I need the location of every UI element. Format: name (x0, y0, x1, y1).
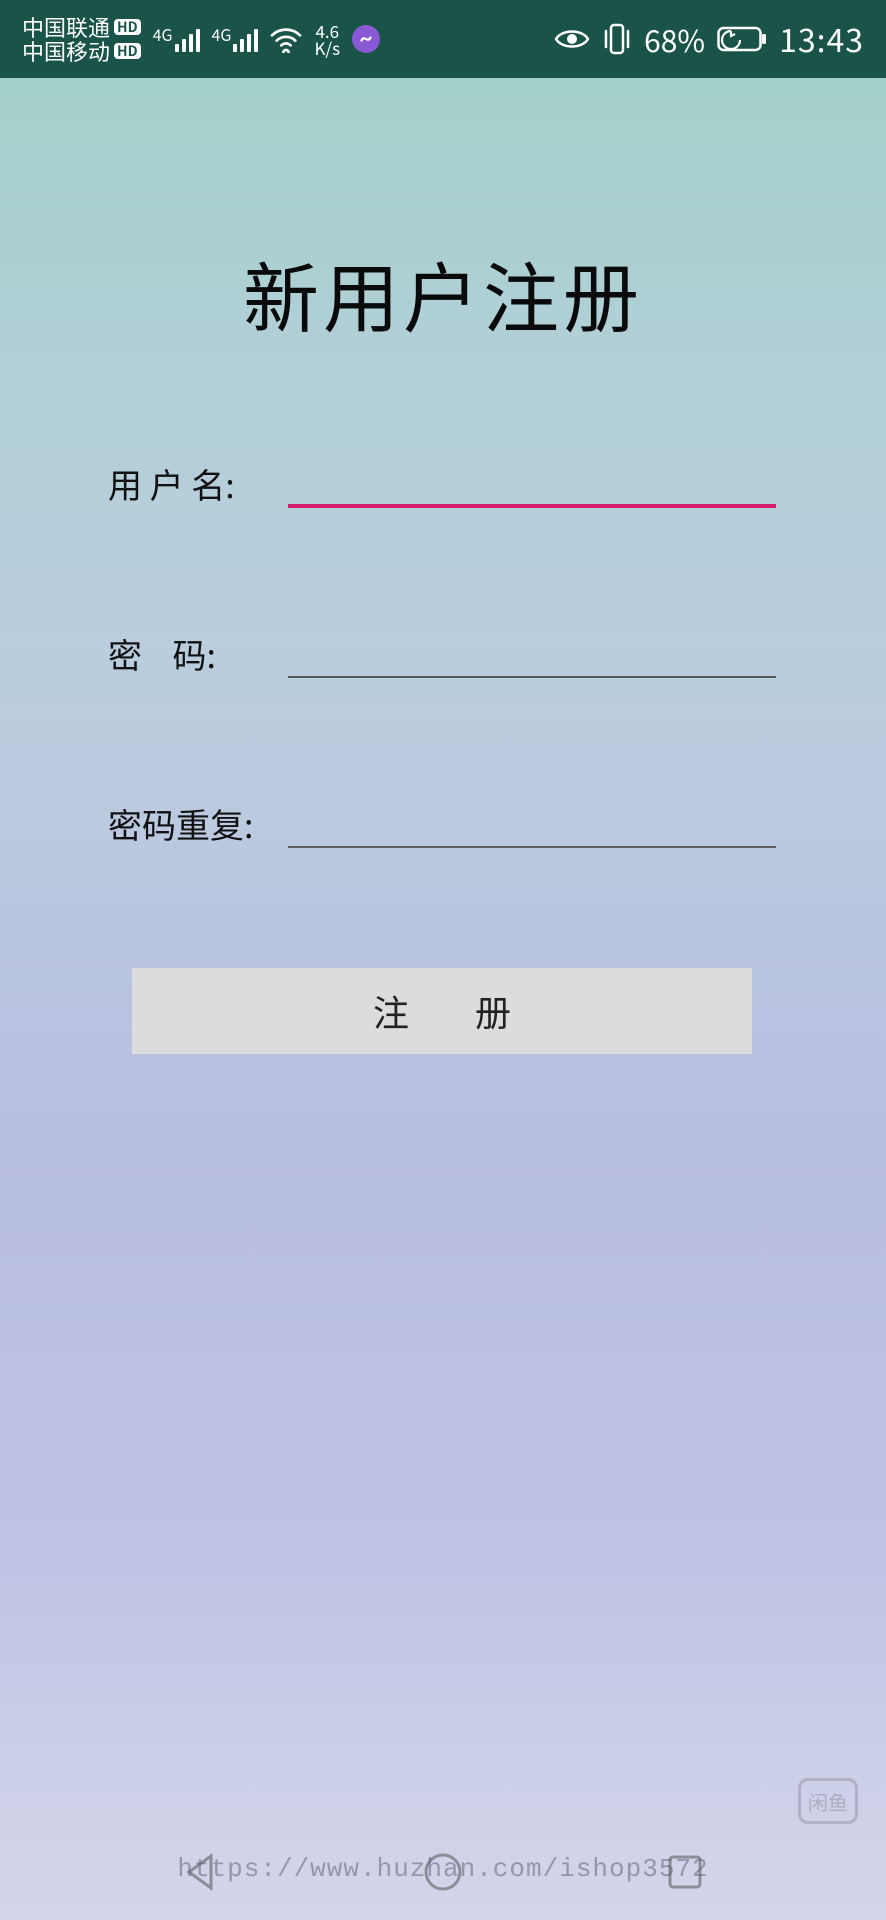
registration-form: 用 户 名: 密 码: 密码重复: 注 册 (0, 458, 886, 1054)
content: 新用户注册 用 户 名: 密 码: 密码重复: 注 册 闲鱼 https://w… (0, 78, 886, 1920)
password-repeat-row: 密码重复: (108, 798, 776, 848)
password-repeat-input[interactable] (288, 798, 776, 848)
vibrate-icon (602, 22, 632, 56)
signal-gen-2: 4G (212, 26, 232, 42)
wifi-icon (270, 26, 302, 52)
home-button[interactable] (413, 1842, 473, 1902)
hd-badge-1: HD (114, 19, 141, 35)
battery-percent: 68% (644, 17, 705, 61)
net-speed-unit: K/s (314, 39, 340, 56)
hd-badge-2: HD (114, 43, 141, 59)
username-label: 用 户 名: (108, 459, 288, 508)
status-bar: 中国联通 HD 中国移动 HD 4G 4G 4.6 K/ (0, 0, 886, 78)
eye-icon (554, 27, 590, 51)
username-row: 用 户 名: (108, 458, 776, 508)
username-input[interactable] (288, 458, 776, 508)
signal-2: 4G (212, 26, 259, 52)
password-row: 密 码: (108, 628, 776, 678)
xianyu-watermark-icon: 闲鱼 (798, 1778, 858, 1824)
circle-home-icon (421, 1850, 465, 1894)
app-indicator-icon (352, 25, 380, 53)
signal-gen-1: 4G (153, 26, 173, 42)
page-title: 新用户注册 (0, 238, 886, 348)
navigation-bar (0, 1824, 886, 1920)
register-button[interactable]: 注 册 (132, 968, 752, 1054)
signal-bars-icon (233, 26, 258, 52)
screen: 中国联通 HD 中国移动 HD 4G 4G 4.6 K/ (0, 0, 886, 1920)
carrier-2: 中国移动 (22, 39, 110, 63)
password-input[interactable] (288, 628, 776, 678)
clock: 13:43 (779, 16, 864, 62)
password-repeat-label: 密码重复: (108, 799, 288, 848)
square-recent-icon (663, 1850, 707, 1894)
status-right: 68% 13:43 (554, 16, 864, 62)
signal-1: 4G (153, 26, 200, 52)
signal-bars-icon (175, 26, 200, 52)
back-button[interactable] (171, 1842, 231, 1902)
recent-apps-button[interactable] (655, 1842, 715, 1902)
network-speed: 4.6 K/s (314, 22, 340, 56)
triangle-back-icon (179, 1850, 223, 1894)
battery-icon (717, 25, 767, 53)
carrier-labels: 中国联通 HD 中国移动 HD (22, 15, 141, 63)
password-label: 密 码: (108, 629, 288, 678)
status-left: 中国联通 HD 中国移动 HD 4G 4G 4.6 K/ (22, 15, 380, 63)
